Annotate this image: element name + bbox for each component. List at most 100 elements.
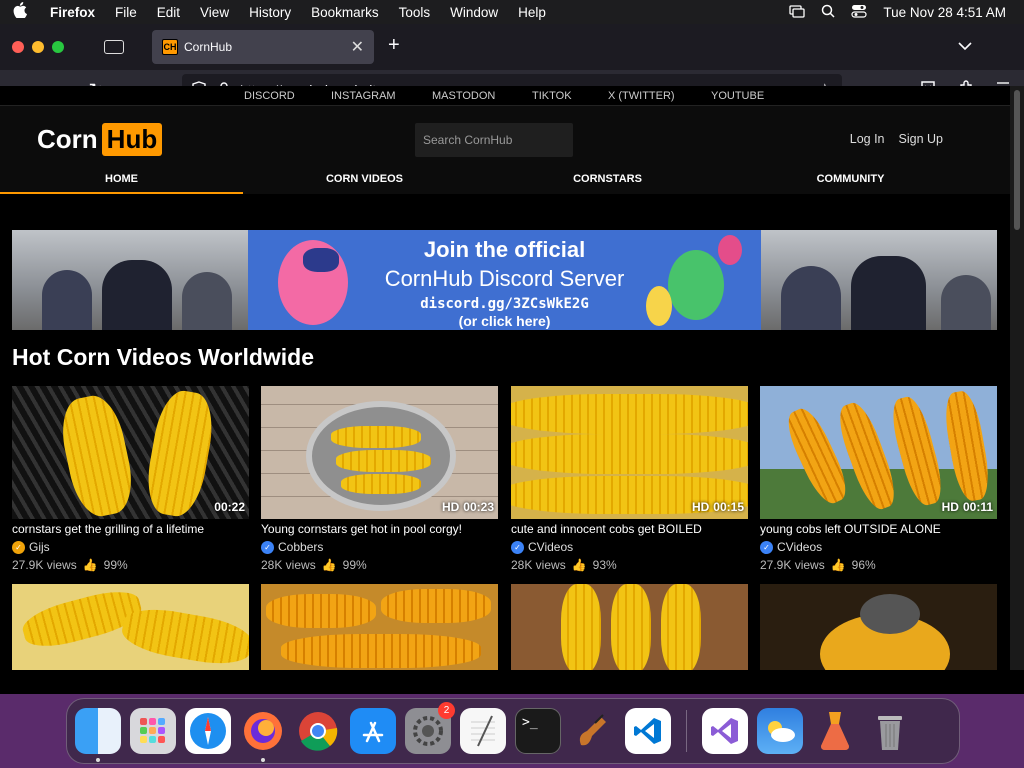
tab-cornhub[interactable]: CH CornHub ✕ bbox=[152, 30, 374, 64]
video-card[interactable] bbox=[511, 584, 748, 670]
banner-discord-ad[interactable]: Join the official CornHub Discord Server… bbox=[247, 230, 762, 330]
social-link-x-twitter[interactable]: X (TWITTER) bbox=[608, 90, 675, 102]
firefox-view-icon[interactable] bbox=[104, 40, 124, 54]
social-link-mastodon[interactable]: MASTODON bbox=[432, 90, 495, 102]
author-name[interactable]: CVideos bbox=[777, 540, 822, 554]
screen-mirroring-icon[interactable] bbox=[789, 4, 806, 21]
video-thumbnail[interactable]: HD 00:15 bbox=[511, 386, 748, 519]
video-thumbnail[interactable] bbox=[12, 584, 249, 670]
control-center-icon[interactable] bbox=[851, 4, 868, 21]
terminal-icon[interactable]: >_ bbox=[515, 708, 561, 754]
author-name[interactable]: Gijs bbox=[29, 540, 50, 554]
video-card[interactable]: HD 00:23 Young cornstars get hot in pool … bbox=[261, 386, 498, 572]
scrollbar-thumb[interactable] bbox=[1014, 90, 1020, 230]
social-link-tiktok[interactable]: TIKTOK bbox=[532, 90, 572, 102]
minimize-window-button[interactable] bbox=[32, 41, 44, 53]
signup-link[interactable]: Sign Up bbox=[899, 132, 943, 146]
close-window-button[interactable] bbox=[12, 41, 24, 53]
video-author[interactable]: ✓ Cobbers bbox=[261, 540, 498, 554]
firefox-icon[interactable] bbox=[240, 708, 286, 762]
new-tab-icon[interactable]: + bbox=[388, 34, 400, 57]
vscode-icon[interactable] bbox=[625, 708, 671, 754]
social-link-instagram[interactable]: INSTAGRAM bbox=[331, 90, 396, 102]
window-controls bbox=[0, 41, 64, 53]
video-duration: HD 00:11 bbox=[942, 500, 993, 514]
discord-banner[interactable]: Join the official CornHub Discord Server… bbox=[12, 230, 998, 330]
menu-history[interactable]: History bbox=[239, 5, 301, 20]
video-title[interactable]: cornstars get the grilling of a lifetime bbox=[12, 522, 249, 536]
app-icon[interactable] bbox=[812, 708, 858, 754]
nav-community[interactable]: COMMUNITY bbox=[729, 164, 972, 194]
menu-view[interactable]: View bbox=[190, 5, 239, 20]
textedit-icon[interactable] bbox=[460, 708, 506, 754]
video-author[interactable]: ✓ CVideos bbox=[760, 540, 997, 554]
video-card[interactable]: 00:22 cornstars get the grilling of a li… bbox=[12, 386, 249, 572]
launchpad-icon[interactable] bbox=[130, 708, 176, 754]
menu-file[interactable]: File bbox=[105, 5, 147, 20]
system-settings-icon[interactable]: 2 bbox=[405, 702, 455, 754]
site-logo[interactable]: Corn Hub bbox=[37, 123, 163, 156]
menu-tools[interactable]: Tools bbox=[389, 5, 441, 20]
verified-badge-icon: ✓ bbox=[12, 540, 25, 554]
menubar-clock[interactable]: Tue Nov 28 4:51 AM bbox=[883, 5, 1006, 20]
banner-click-here[interactable]: (or click here) bbox=[248, 313, 761, 329]
social-link-discord[interactable]: DISCORD bbox=[244, 90, 295, 102]
video-thumbnail[interactable]: HD 00:23 bbox=[261, 386, 498, 519]
weather-icon[interactable] bbox=[757, 708, 803, 754]
duration-text: 00:23 bbox=[463, 500, 494, 514]
video-card[interactable]: HD 00:15 cute and innocent cobs get BOILE… bbox=[511, 386, 748, 572]
video-card[interactable]: HD 00:11 young cobs left OUTSIDE ALONE ✓ C… bbox=[760, 386, 997, 572]
auth-links: Log In Sign Up bbox=[850, 132, 943, 146]
banner-line-2: CornHub Discord Server bbox=[384, 266, 625, 291]
video-title[interactable]: young cobs left OUTSIDE ALONE bbox=[760, 522, 997, 536]
video-thumbnail[interactable]: HD 00:11 bbox=[760, 386, 997, 519]
close-tab-icon[interactable]: ✕ bbox=[351, 37, 364, 57]
visual-studio-icon[interactable] bbox=[702, 708, 748, 754]
zoom-window-button[interactable] bbox=[52, 41, 64, 53]
menu-app-name[interactable]: Firefox bbox=[40, 5, 105, 20]
trash-icon[interactable] bbox=[867, 708, 913, 754]
chrome-icon[interactable] bbox=[295, 708, 341, 754]
verified-badge-icon: ✓ bbox=[511, 540, 524, 554]
spotlight-search-icon[interactable] bbox=[821, 4, 835, 21]
menu-help[interactable]: Help bbox=[508, 5, 556, 20]
video-title[interactable]: cute and innocent cobs get BOILED bbox=[511, 522, 748, 536]
video-duration: HD 00:15 bbox=[692, 500, 744, 514]
video-author[interactable]: ✓ CVideos bbox=[511, 540, 748, 554]
video-card[interactable] bbox=[261, 584, 498, 670]
menu-bookmarks[interactable]: Bookmarks bbox=[301, 5, 389, 20]
apple-menu-icon[interactable] bbox=[0, 2, 40, 22]
thumbs-up-icon: 👍 bbox=[82, 558, 98, 572]
video-title[interactable]: Young cornstars get hot in pool corgy! bbox=[261, 522, 498, 536]
video-card[interactable] bbox=[760, 584, 997, 670]
video-thumbnail[interactable] bbox=[760, 584, 997, 670]
page-scrollbar[interactable] bbox=[1010, 86, 1024, 670]
safari-icon[interactable] bbox=[185, 708, 231, 754]
banner-discord-link[interactable]: discord.gg/3ZCsWkE2G bbox=[248, 296, 761, 312]
view-count: 27.9K views bbox=[12, 558, 77, 572]
menu-edit[interactable]: Edit bbox=[147, 5, 190, 20]
video-thumbnail[interactable] bbox=[511, 584, 748, 670]
finder-icon[interactable] bbox=[75, 708, 121, 762]
author-name[interactable]: Cobbers bbox=[278, 540, 323, 554]
nav-cornstars[interactable]: CORNSTARS bbox=[486, 164, 729, 194]
thumbs-up-icon: 👍 bbox=[830, 558, 846, 572]
social-link-youtube[interactable]: YOUTUBE bbox=[711, 90, 764, 102]
list-all-tabs-chevron-icon[interactable] bbox=[958, 38, 972, 54]
menu-window[interactable]: Window bbox=[440, 5, 508, 20]
nav-home[interactable]: HOME bbox=[0, 164, 243, 194]
duration-text: 00:22 bbox=[214, 500, 245, 514]
video-stats: 27.9K views 👍 96% bbox=[760, 558, 997, 572]
search-input[interactable]: Search CornHub bbox=[415, 123, 573, 157]
login-link[interactable]: Log In bbox=[850, 132, 885, 146]
nav-corn-videos[interactable]: CORN VIDEOS bbox=[243, 164, 486, 194]
app-store-icon[interactable] bbox=[350, 708, 396, 754]
video-author[interactable]: ✓ Gijs bbox=[12, 540, 249, 554]
video-card[interactable] bbox=[12, 584, 249, 670]
banner-line-1: Join the official bbox=[423, 237, 586, 262]
garageband-icon[interactable] bbox=[570, 708, 616, 754]
thumbs-up-icon: 👍 bbox=[321, 558, 337, 572]
video-thumbnail[interactable]: 00:22 bbox=[12, 386, 249, 519]
author-name[interactable]: CVideos bbox=[528, 540, 573, 554]
video-thumbnail[interactable] bbox=[261, 584, 498, 670]
